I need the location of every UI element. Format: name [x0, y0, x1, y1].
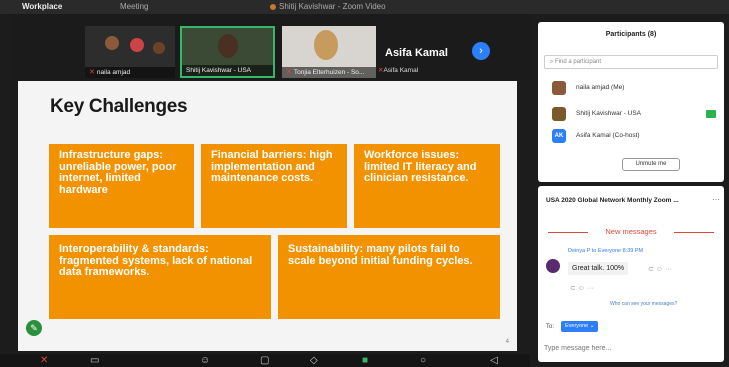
next-page-button[interactable]: › — [472, 42, 490, 60]
tile-name-secondary: ✕Asifa Kamal — [378, 67, 419, 74]
to-label: To: — [546, 324, 555, 330]
meeting-toolbar: ✕ ▭ ☺ ▢ ◇ ■ ○ ◁ — [0, 354, 530, 367]
app-title: Workplace — [22, 2, 63, 11]
participant-search-input[interactable]: ⌕ Find a participant — [544, 55, 718, 69]
challenge-card: Interoperability & standards: fragmented… — [49, 235, 271, 319]
apps-icon[interactable]: ◁ — [490, 355, 498, 366]
video-strip: ✕ naila amjad Shitij Kavishwar - USA ✕ Ton… — [10, 14, 530, 80]
unmute-button[interactable]: Unmute me — [622, 158, 680, 171]
shared-slide: Key Challenges Infrastructure gaps: unre… — [18, 81, 517, 351]
participant-row[interactable]: AK Asifa Kamal (Co-host) — [552, 128, 718, 144]
zoom-icon — [270, 3, 276, 10]
person-image — [218, 34, 238, 58]
person-image — [314, 30, 338, 60]
recipient-select[interactable]: Everyone ⌄ — [561, 321, 599, 332]
message-actions[interactable]: ⊂ ☺ ··· — [570, 284, 594, 292]
participant-row[interactable]: naila amjad (Me) — [552, 80, 718, 96]
slide-number: 4 — [505, 339, 509, 345]
participants-title: Participants (8) — [605, 31, 657, 38]
participant-name: naila amjad (Me) — [576, 84, 625, 91]
who-can-see-link[interactable]: Who can see your messages? — [610, 301, 677, 307]
participants-panel: Participants (8) ⌕ Find a participant na… — [538, 22, 724, 182]
chat-title: USA 2020 Global Network Monthly Zoom ... — [546, 197, 679, 204]
participant-name: Asifa Kamal (Co-host) — [576, 132, 640, 139]
reactions-icon[interactable]: ◇ — [310, 355, 318, 366]
active-speaker-name: Asifa Kamal — [385, 47, 448, 59]
video-tile[interactable]: ✕ Tonjia Elterhuizen - So... — [282, 26, 376, 78]
message-actions[interactable]: ⊂ ☺ ··· — [648, 265, 672, 273]
participants-icon[interactable]: ☺ — [200, 355, 210, 366]
message-sender: Deinya P to Everyone 8:39 PM — [568, 248, 644, 254]
more-icon[interactable]: ··· — [712, 195, 720, 204]
video-tile-active[interactable]: Shitij Kavishwar - USA — [180, 26, 275, 78]
window-title: Shitij Kavishwar - Zoom Video — [270, 2, 386, 11]
mic-muted-icon: ✕ — [89, 69, 95, 76]
challenge-card: Workforce issues: limited IT literacy an… — [354, 144, 500, 228]
more-icon[interactable]: ○ — [420, 355, 426, 366]
meeting-tab[interactable]: Meeting — [120, 2, 148, 11]
tile-name: ✕ naila amjad — [85, 67, 175, 78]
avatar — [552, 107, 566, 121]
mic-icon[interactable]: ✕ — [40, 355, 48, 366]
avatar: AK — [552, 129, 566, 143]
person-image — [105, 36, 119, 50]
tile-name: ✕ Tonjia Elterhuizen - So... — [282, 67, 376, 78]
zoom-app: Workplace Meeting Shitij Kavishwar - Zoo… — [0, 0, 729, 367]
person-image — [153, 42, 165, 54]
avatar — [552, 81, 566, 95]
chat-panel: USA 2020 Global Network Monthly Zoom ...… — [538, 186, 724, 362]
tile-name: Shitij Kavishwar - USA — [182, 65, 273, 76]
top-bar: Workplace Meeting Shitij Kavishwar - Zoo… — [0, 0, 729, 14]
share-screen-icon[interactable]: ■ — [362, 355, 368, 366]
slide-title: Key Challenges — [50, 96, 188, 117]
challenge-card: Sustainability: many pilots fail to scal… — [278, 235, 500, 319]
chat-icon[interactable]: ▢ — [260, 355, 269, 366]
video-icon[interactable]: ▭ — [90, 355, 99, 366]
annotate-pencil-icon[interactable]: ✎ — [26, 320, 42, 336]
divider — [674, 232, 714, 233]
person-image — [130, 38, 144, 52]
challenge-card: Financial barriers: high implementation … — [201, 144, 347, 228]
camera-on-icon — [706, 110, 716, 118]
participant-name: Shitij Kavishwar - USA — [576, 110, 642, 117]
chat-input[interactable] — [544, 341, 714, 355]
avatar — [546, 259, 560, 273]
video-tile[interactable]: ✕ naila amjad — [85, 26, 175, 78]
mic-muted-icon: ✕ — [286, 69, 292, 76]
participant-row[interactable]: Shitij Kavishwar - USA — [552, 106, 718, 122]
challenge-card: Infrastructure gaps: unreliable power, p… — [49, 144, 194, 228]
chat-message: Great talk. 100% — [568, 262, 629, 275]
